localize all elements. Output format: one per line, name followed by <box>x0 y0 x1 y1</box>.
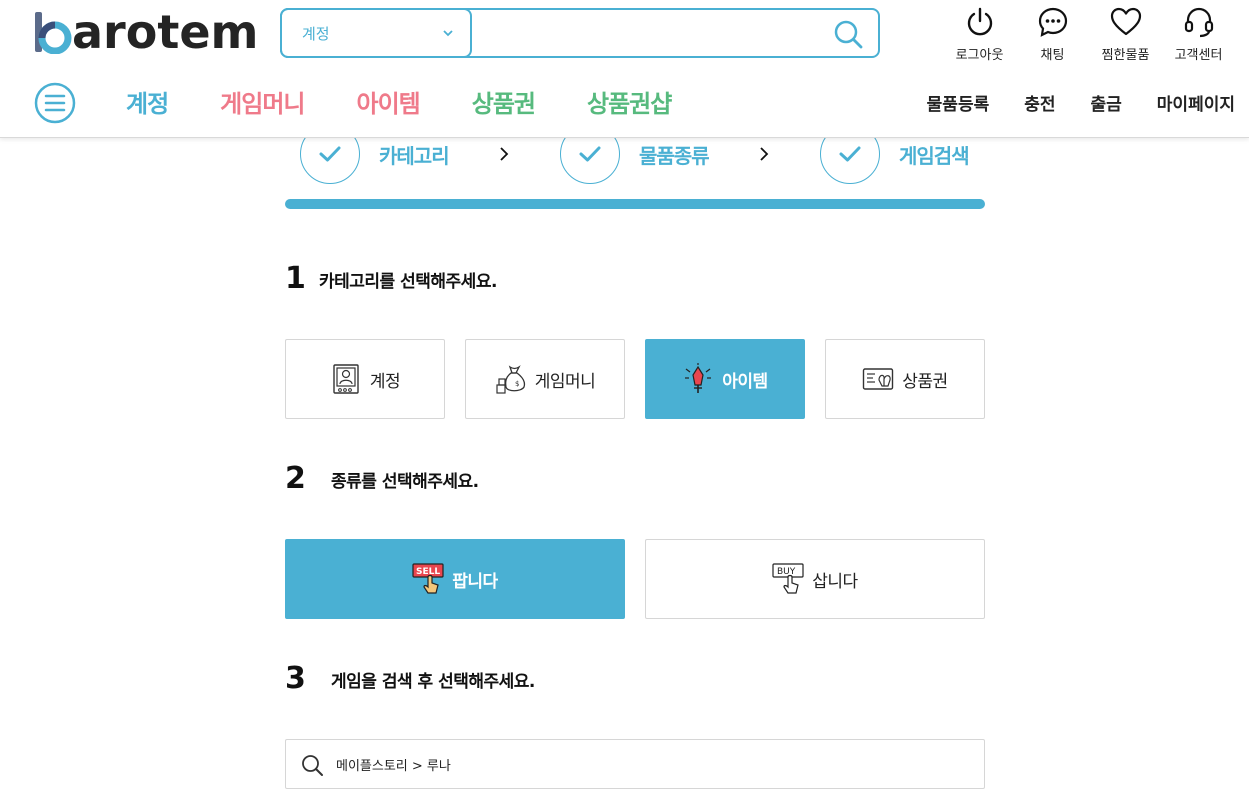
section-number: 1 <box>285 261 306 296</box>
chat-icon <box>1038 7 1067 37</box>
nav-charge[interactable]: 충전 <box>1024 90 1055 115</box>
nav-item[interactable]: 아이템 <box>357 84 421 119</box>
nav-account[interactable]: 계정 <box>126 84 169 119</box>
category-options: 계정 $ 게임머니 아이템 상품권 <box>285 339 985 419</box>
sub-nav: 물품등록 충전 출금 마이페이지 <box>892 90 1235 115</box>
gift-card-icon <box>862 363 894 395</box>
category-label: 계정 <box>369 371 401 392</box>
logo-b-icon <box>35 12 72 54</box>
nav-game-money[interactable]: 게임머니 <box>220 84 305 119</box>
customer-center-button[interactable]: 고객센터 <box>1162 4 1235 63</box>
section-title: 종류를 선택해주세요. <box>331 471 479 492</box>
category-account-button[interactable]: 계정 <box>285 339 445 419</box>
category-label: 아이템 <box>722 371 768 392</box>
search-input[interactable] <box>474 10 834 56</box>
game-search-box <box>285 739 985 789</box>
logo-text: arotem <box>72 5 259 59</box>
check-icon <box>579 146 601 162</box>
step-label: 게임검색 <box>899 143 970 168</box>
progress-bar <box>285 199 985 209</box>
search-category-value: 계정 <box>302 24 330 43</box>
sell-label: 팝니다 <box>452 571 498 592</box>
category-label: 상품권 <box>902 371 948 392</box>
nav-gift-card[interactable]: 상품권 <box>472 84 536 119</box>
wishlist-label: 찜한물품 <box>1101 48 1150 63</box>
section-number: 3 <box>285 661 306 696</box>
buy-button[interactable]: BUY 삽니다 <box>645 539 985 619</box>
search-icon <box>302 755 323 776</box>
nav-withdraw[interactable]: 출금 <box>1091 90 1122 115</box>
chat-label: 채팅 <box>1040 48 1065 63</box>
logout-button[interactable]: 로그아웃 <box>943 4 1016 63</box>
section-number: 2 <box>285 461 306 496</box>
power-icon <box>967 7 992 36</box>
nav-gift-card-shop[interactable]: 상품권샵 <box>587 84 672 119</box>
chevron-right-icon <box>500 147 509 161</box>
sell-icon: SELL <box>412 563 444 594</box>
step-label: 물품종류 <box>639 143 710 168</box>
section-1-heading: 1 카테고리를 선택해주세요. <box>285 262 497 296</box>
trade-type-options: SELL 팝니다 BUY 삽니다 <box>285 539 985 619</box>
check-icon <box>319 146 341 162</box>
headset-icon <box>1184 7 1213 38</box>
category-game-money-button[interactable]: $ 게임머니 <box>465 339 625 419</box>
logo[interactable]: arotem <box>34 8 258 56</box>
heart-icon <box>1110 7 1141 36</box>
svg-text:$: $ <box>515 380 519 388</box>
game-search-input[interactable] <box>336 740 966 788</box>
site-header: arotem 계정 로그아웃 채팅 찜한물품 고객센터 계정 게임머니 아이템 … <box>0 0 1249 138</box>
item-sword-icon <box>682 363 714 395</box>
buy-label: 삽니다 <box>812 571 858 592</box>
buy-badge-text: BUY <box>777 567 796 577</box>
section-title: 카테고리를 선택해주세요. <box>319 271 497 292</box>
step-label: 카테고리 <box>379 143 450 168</box>
search-category-select[interactable]: 계정 <box>280 8 472 58</box>
user-actions: 로그아웃 채팅 찜한물품 고객센터 <box>943 4 1235 63</box>
money-bag-icon: $ <box>495 363 527 395</box>
chevron-down-icon <box>443 30 453 37</box>
nav-mypage[interactable]: 마이페이지 <box>1157 90 1235 115</box>
wishlist-button[interactable]: 찜한물품 <box>1089 4 1162 63</box>
chevron-right-icon <box>760 147 769 161</box>
category-gift-card-button[interactable]: 상품권 <box>825 339 985 419</box>
section-3-heading: 3 게임을 검색 후 선택해주세요. <box>285 662 535 696</box>
section-title: 게임을 검색 후 선택해주세요. <box>331 671 535 692</box>
section-2-heading: 2 종류를 선택해주세요. <box>285 462 479 496</box>
nav-register-item[interactable]: 물품등록 <box>927 90 990 115</box>
check-icon <box>839 146 861 162</box>
main-nav: 계정 게임머니 아이템 상품권 상품권샵 <box>126 84 723 119</box>
account-card-icon <box>330 363 362 395</box>
search-icon[interactable] <box>832 18 864 50</box>
hamburger-menu-icon[interactable] <box>34 82 76 124</box>
logout-label: 로그아웃 <box>955 48 1004 63</box>
search-bar: 계정 <box>280 8 880 58</box>
buy-icon: BUY <box>772 563 804 594</box>
category-item-button[interactable]: 아이템 <box>645 339 805 419</box>
sell-button[interactable]: SELL 팝니다 <box>285 539 625 619</box>
customer-center-label: 고객센터 <box>1174 48 1223 63</box>
chat-button[interactable]: 채팅 <box>1016 4 1089 63</box>
category-label: 게임머니 <box>534 371 596 392</box>
